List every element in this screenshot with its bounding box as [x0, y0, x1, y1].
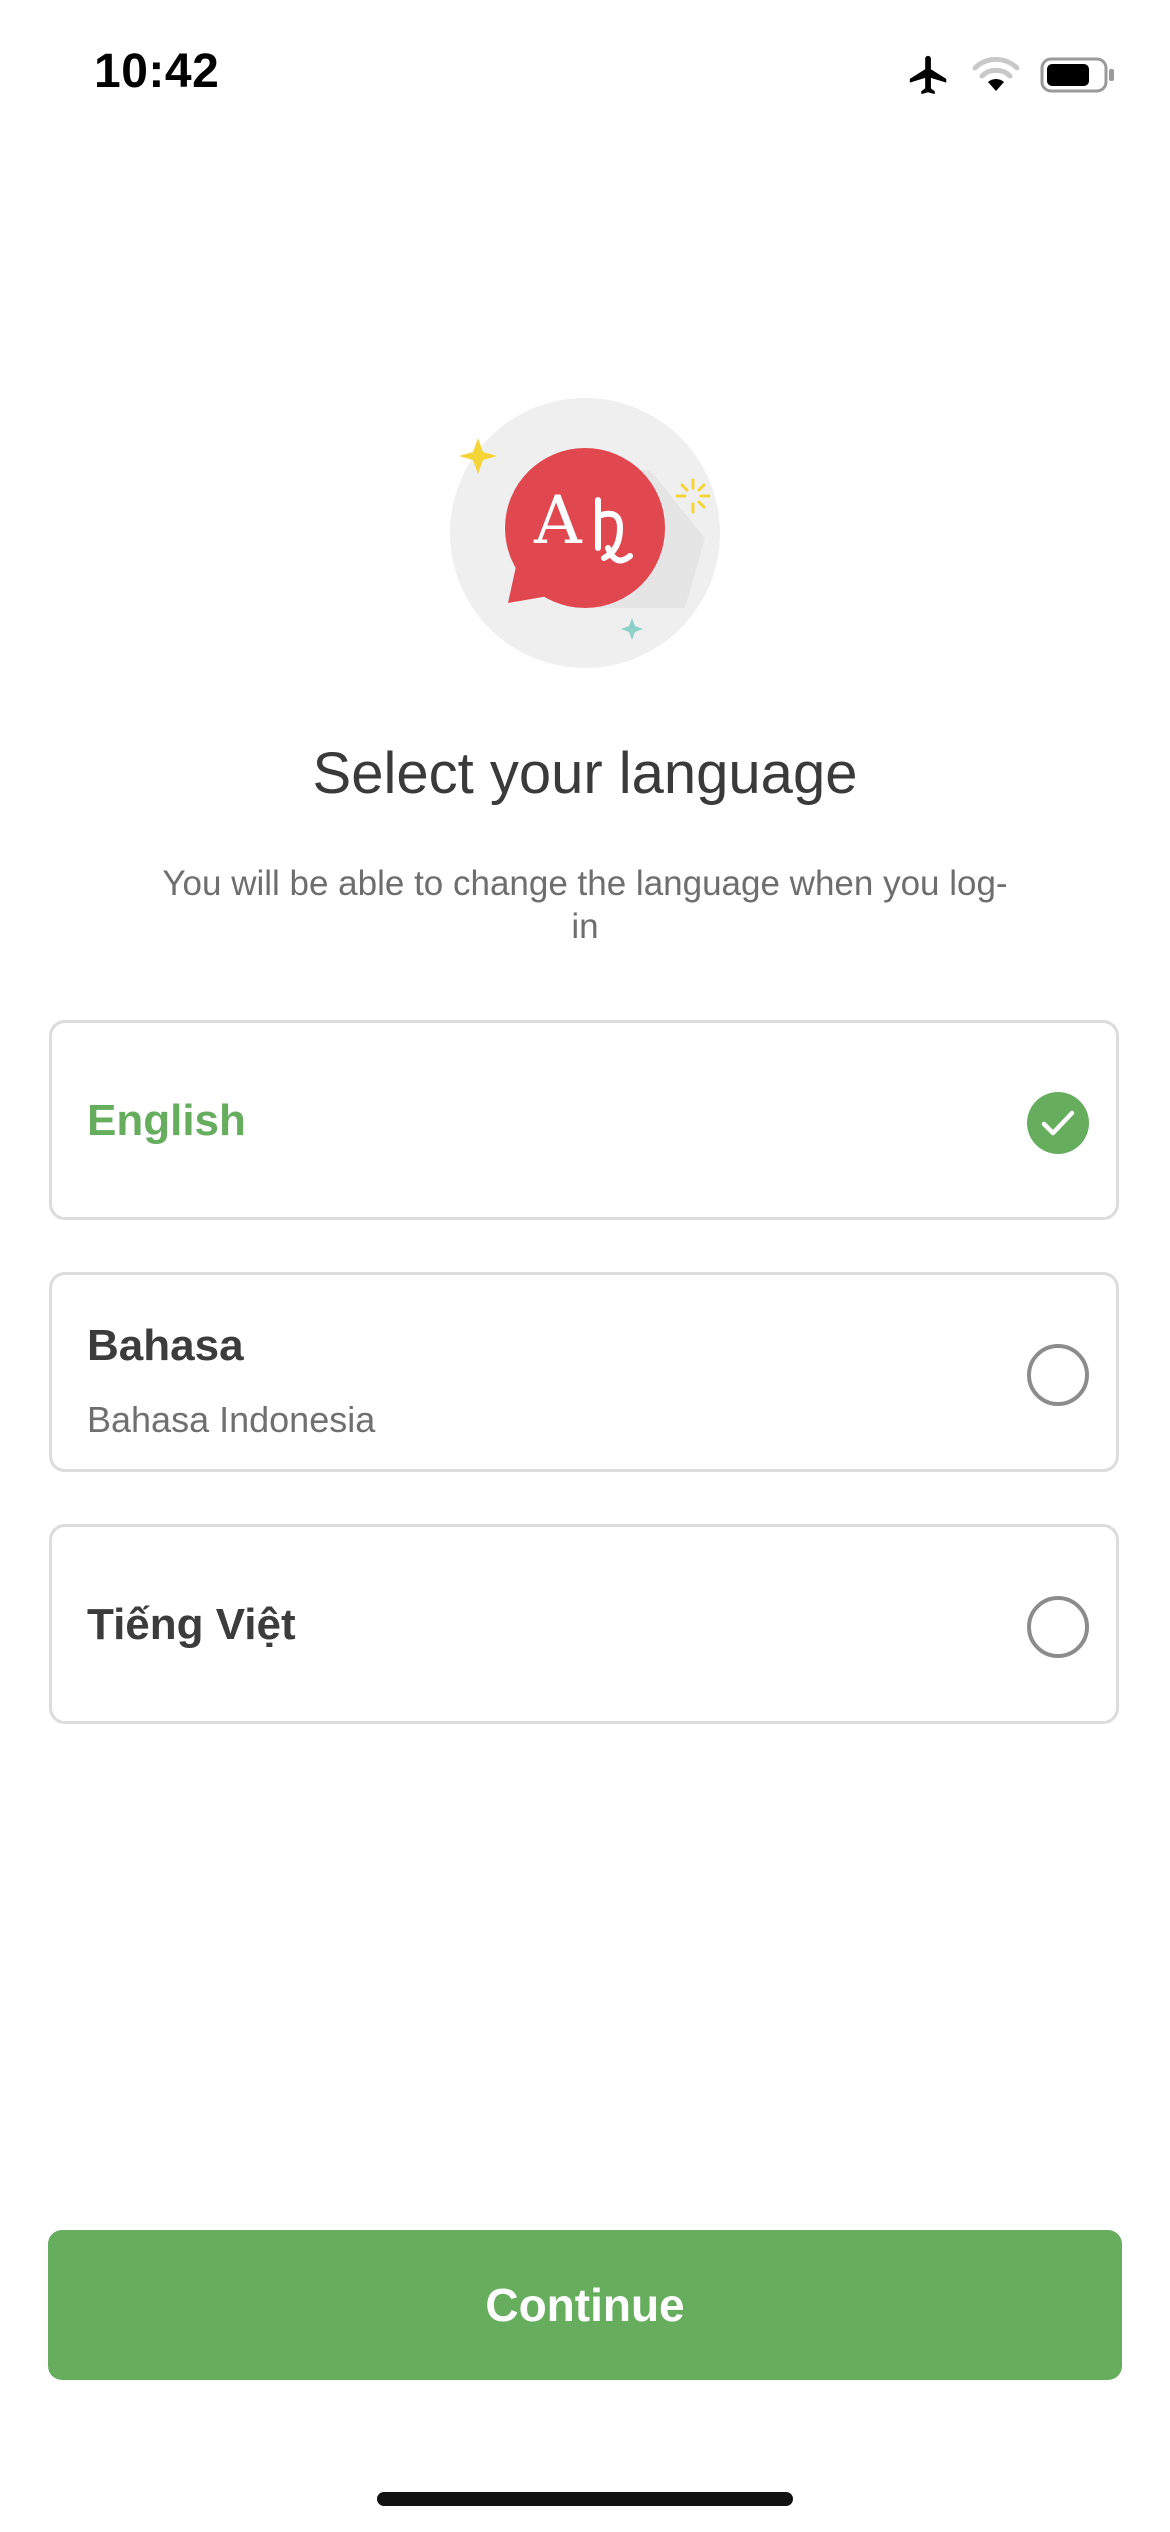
status-bar: 10:42: [0, 0, 1170, 150]
language-option-vietnamese[interactable]: Tiếng Việt: [49, 1524, 1119, 1724]
continue-button[interactable]: Continue: [48, 2230, 1122, 2380]
language-option-bahasa[interactable]: Bahasa Bahasa Indonesia: [49, 1272, 1119, 1472]
home-indicator[interactable]: [377, 2492, 793, 2506]
language-illustration: A: [450, 398, 720, 668]
status-icons: [906, 52, 1116, 98]
language-label: Bahasa: [87, 1321, 244, 1370]
battery-icon: [1040, 57, 1116, 93]
radio-unselected-icon[interactable]: [1027, 1344, 1089, 1406]
page-title: Select your language: [312, 741, 858, 806]
language-label: English: [87, 1096, 246, 1145]
radio-unselected-icon[interactable]: [1027, 1596, 1089, 1658]
language-native-name: Bahasa Indonesia: [87, 1399, 376, 1440]
hero-glyph: A: [533, 482, 583, 559]
page-subtitle: You will be able to change the language …: [162, 864, 1008, 946]
status-time: 10:42: [94, 45, 220, 98]
translate-bubble-icon: A: [450, 398, 720, 668]
language-option-english[interactable]: English: [49, 1020, 1119, 1220]
airplane-icon: [906, 52, 952, 98]
language-label: Tiếng Việt: [87, 1600, 296, 1649]
radio-selected-check-icon[interactable]: [1027, 1092, 1089, 1154]
wifi-icon: [972, 57, 1020, 93]
